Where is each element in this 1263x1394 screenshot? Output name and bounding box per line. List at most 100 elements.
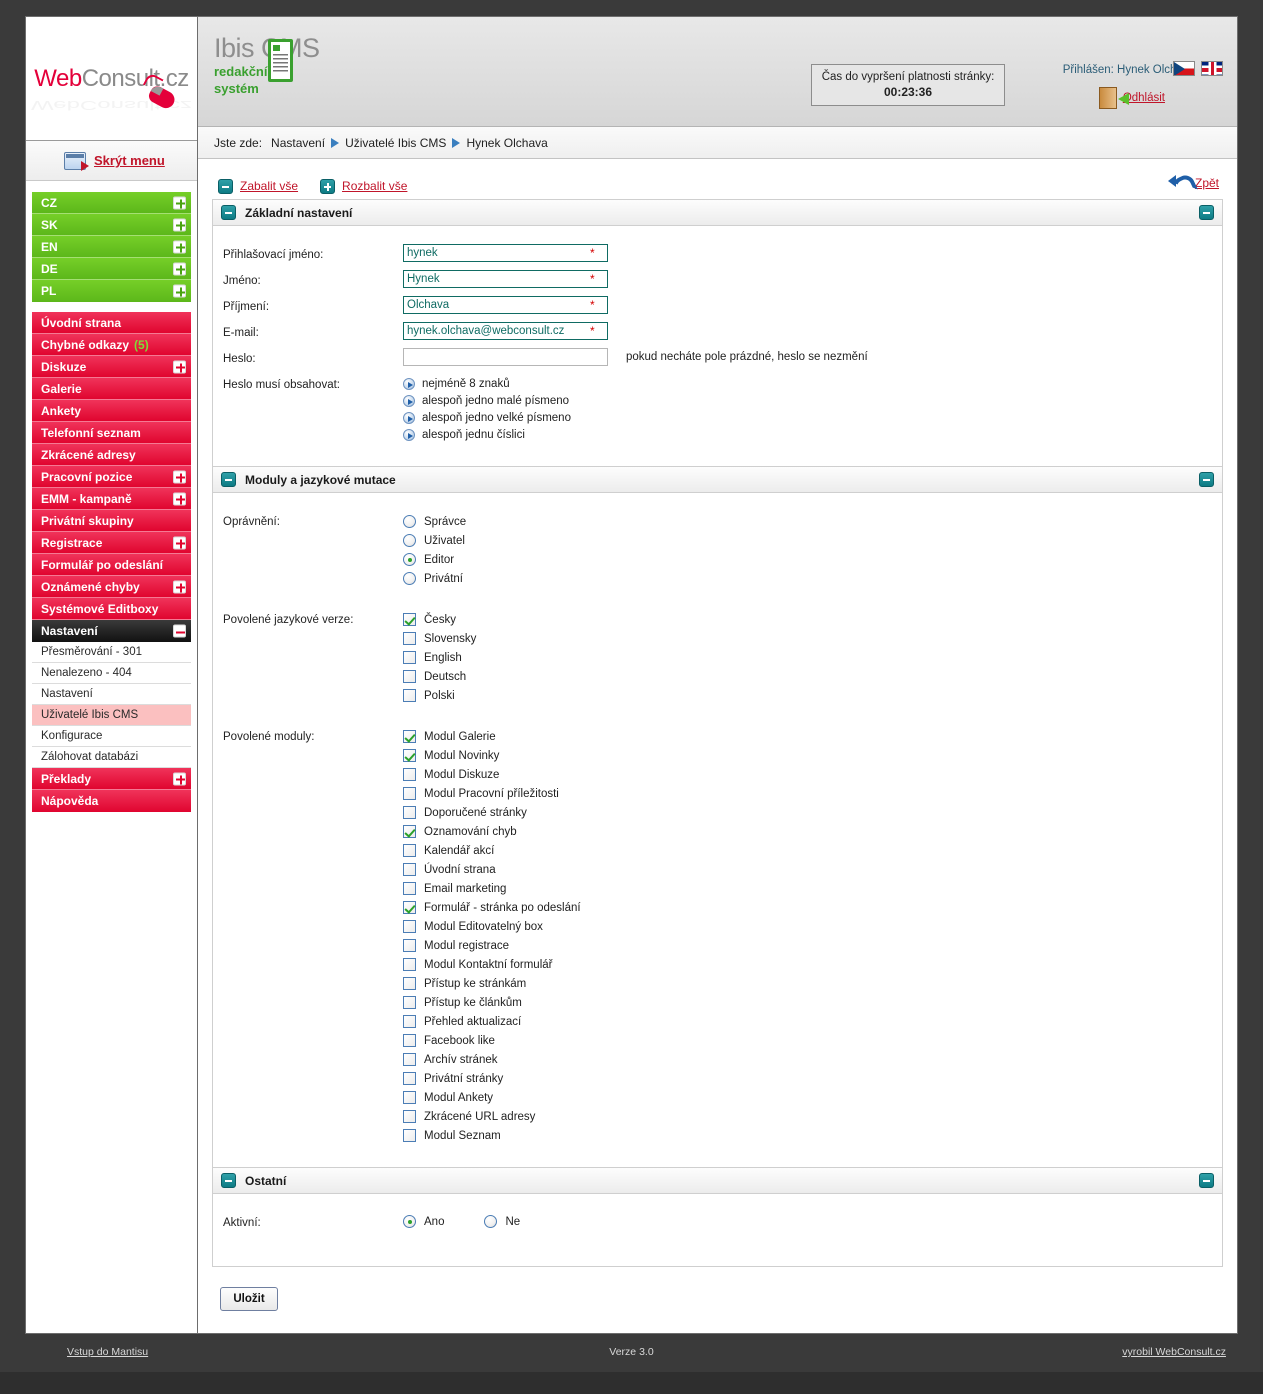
checkbox[interactable] [403, 958, 416, 971]
checkbox[interactable] [403, 863, 416, 876]
expand-plus-icon[interactable] [173, 284, 186, 298]
sidebar-subitem-z-lohovat-datab-zi[interactable]: Zálohovat databázi [32, 747, 191, 768]
sidebar-item-ankety[interactable]: Ankety [32, 400, 191, 422]
module-option-label[interactable]: Modul Galerie [424, 731, 496, 743]
back-label[interactable]: Zpět [1195, 176, 1219, 190]
checkbox[interactable] [403, 806, 416, 819]
checkbox[interactable] [403, 1091, 416, 1104]
checkbox[interactable] [403, 901, 416, 914]
input-jm-no[interactable] [403, 270, 608, 288]
sidebar-item-cz[interactable]: CZ [32, 192, 191, 214]
permission-option-u-ivatel[interactable]: Uživatel [403, 531, 1222, 550]
module-option-modul-editovateln-box[interactable]: Modul Editovatelný box [403, 917, 1222, 936]
checkbox[interactable] [403, 730, 416, 743]
sidebar-item-telefonn-seznam[interactable]: Telefonní seznam [32, 422, 191, 444]
checkbox[interactable] [403, 1129, 416, 1142]
module-option-label[interactable]: Modul Seznam [424, 1130, 501, 1142]
module-option-label[interactable]: Úvodní strana [424, 864, 496, 876]
sidebar-item-chybn-odkazy[interactable]: Chybné odkazy (5) [32, 334, 191, 356]
expand-all-button[interactable]: Rozbalit vše [320, 178, 407, 194]
sidebar-subitem-u-ivatel-ibis-cms[interactable]: Uživatelé Ibis CMS [32, 705, 191, 726]
radio-button[interactable] [484, 1215, 498, 1228]
language-option-esky[interactable]: Česky [403, 610, 1222, 629]
sidebar-subitem-nastaven[interactable]: Nastavení [32, 684, 191, 705]
checkbox[interactable] [403, 844, 416, 857]
active-option-ano[interactable]: Ano [403, 1212, 444, 1231]
expand-plus-icon[interactable] [173, 580, 186, 593]
checkbox[interactable] [403, 787, 416, 800]
panel-collapse-icon-right[interactable] [1199, 205, 1214, 220]
sidebar-item-vodn-strana[interactable]: Úvodní strana [32, 312, 191, 334]
sidebar-item-de[interactable]: DE [32, 258, 191, 280]
radio-button[interactable] [403, 572, 416, 585]
checkbox[interactable] [403, 825, 416, 838]
language-option-polski[interactable]: Polski [403, 686, 1222, 705]
logout-area[interactable]: Odhlásit [1098, 87, 1165, 109]
sidebar-subitem-nenalezeno-404[interactable]: Nenalezeno - 404 [32, 663, 191, 684]
module-option-formul-str-nka-po-odesl-n[interactable]: Formulář - stránka po odeslání [403, 898, 1222, 917]
sidebar-item-galerie[interactable]: Galerie [32, 378, 191, 400]
module-option-arch-v-str-nek[interactable]: Archív stránek [403, 1050, 1222, 1069]
checkbox[interactable] [403, 1053, 416, 1066]
module-option-label[interactable]: Privátní stránky [424, 1073, 503, 1085]
panel-collapse-icon[interactable] [221, 1173, 236, 1188]
sidebar-item-ozn-men-chyby[interactable]: Oznámené chyby [32, 576, 191, 598]
sidebar-item-en[interactable]: EN [32, 236, 191, 258]
checkbox[interactable] [403, 651, 416, 664]
expand-all-label[interactable]: Rozbalit vše [342, 179, 407, 193]
active-option-label[interactable]: Ano [424, 1216, 444, 1228]
language-option-label[interactable]: Slovensky [424, 633, 476, 645]
breadcrumb-item[interactable]: Nastavení [271, 136, 325, 150]
permission-option-priv-tn[interactable]: Privátní [403, 569, 1222, 588]
module-option-modul-novinky[interactable]: Modul Novinky [403, 746, 1222, 765]
module-option-oznamov-n-chyb[interactable]: Oznamování chyb [403, 822, 1222, 841]
expand-plus-icon[interactable] [173, 536, 186, 549]
flag-cz-icon[interactable] [1173, 61, 1195, 76]
module-option-label[interactable]: Přístup ke článkům [424, 997, 522, 1009]
module-option-label[interactable]: Zkrácené URL adresy [424, 1111, 535, 1123]
module-option-label[interactable]: Přístup ke stránkám [424, 978, 526, 990]
language-option-deutsch[interactable]: Deutsch [403, 667, 1222, 686]
panel-basic-header[interactable]: Základní nastavení [213, 200, 1222, 226]
panel-collapse-icon[interactable] [221, 472, 236, 487]
sidebar-item-diskuze[interactable]: Diskuze [32, 356, 191, 378]
checkbox[interactable] [403, 920, 416, 933]
module-option-label[interactable]: Modul registrace [424, 940, 509, 952]
input-p-ihla-ovac-jm-no[interactable] [403, 244, 608, 262]
sidebar-subitem-konfigurace[interactable]: Konfigurace [32, 726, 191, 747]
hide-menu-button[interactable]: Skrýt menu [26, 141, 197, 181]
sidebar-item-pl[interactable]: PL [32, 280, 191, 302]
back-button[interactable]: Zpět [1167, 173, 1219, 193]
module-option-p-stup-ke-str-nk-m[interactable]: Přístup ke stránkám [403, 974, 1222, 993]
flag-uk-icon[interactable] [1201, 61, 1223, 76]
checkbox[interactable] [403, 977, 416, 990]
module-option-modul-seznam[interactable]: Modul Seznam [403, 1126, 1222, 1145]
panel-collapse-icon[interactable] [221, 205, 236, 220]
radio-button[interactable] [403, 515, 416, 528]
brand-logo[interactable]: WebConsult.cz WebConsult.cz [26, 17, 197, 141]
module-option-priv-tn-str-nky[interactable]: Privátní stránky [403, 1069, 1222, 1088]
sidebar-item-pracovn-pozice[interactable]: Pracovní pozice [32, 466, 191, 488]
permission-option-editor[interactable]: Editor [403, 550, 1222, 569]
expand-plus-icon[interactable] [173, 772, 186, 785]
collapse-all-label[interactable]: Zabalit vše [240, 179, 298, 193]
language-option-label[interactable]: English [424, 652, 462, 664]
checkbox[interactable] [403, 749, 416, 762]
module-option-zkr-cen-url-adresy[interactable]: Zkrácené URL adresy [403, 1107, 1222, 1126]
sidebar-item-p-eklady[interactable]: Překlady [32, 768, 191, 790]
language-option-english[interactable]: English [403, 648, 1222, 667]
module-option-kalend-akc[interactable]: Kalendář akcí [403, 841, 1222, 860]
module-option-modul-galerie[interactable]: Modul Galerie [403, 727, 1222, 746]
module-option-label[interactable]: Modul Novinky [424, 750, 499, 762]
sidebar-item-priv-tn-skupiny[interactable]: Privátní skupiny [32, 510, 191, 532]
collapse-all-button[interactable]: Zabalit vše [218, 178, 298, 194]
expand-plus-icon[interactable] [173, 262, 186, 275]
radio-button[interactable] [403, 553, 416, 566]
active-option-ne[interactable]: Ne [484, 1212, 520, 1231]
sidebar-item-sk[interactable]: SK [32, 214, 191, 236]
module-option-p-ehled-aktualizac[interactable]: Přehled aktualizací [403, 1012, 1222, 1031]
checkbox[interactable] [403, 1110, 416, 1123]
module-option-email-marketing[interactable]: Email marketing [403, 879, 1222, 898]
module-option-label[interactable]: Formulář - stránka po odeslání [424, 902, 581, 914]
module-option-label[interactable]: Kalendář akcí [424, 845, 494, 857]
